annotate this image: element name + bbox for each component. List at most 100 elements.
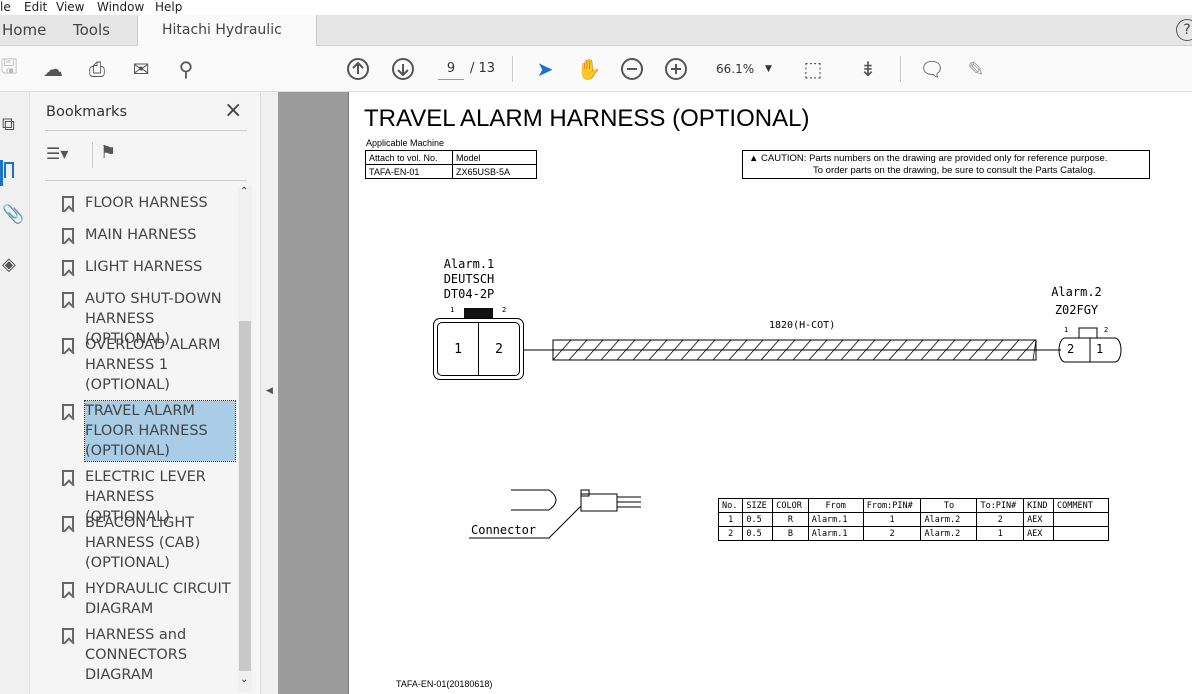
cell: 2: [976, 512, 1025, 527]
menu-edit[interactable]: Edit: [24, 0, 47, 15]
menu-view[interactable]: View: [56, 0, 84, 15]
header-cell: From: [807, 498, 864, 513]
previous-page-icon[interactable]: [345, 56, 371, 82]
scroll-down-icon[interactable]: ⌄: [240, 674, 248, 685]
cell: Alarm.1: [807, 512, 864, 527]
next-page-icon[interactable]: [390, 56, 416, 82]
page-fit-icon[interactable]: ⬚: [800, 56, 826, 82]
bookmark-panel-icon[interactable]: [4, 162, 14, 178]
table-row: 2 0.5 B Alarm.1 2 Alarm.2 1 AEX: [717, 526, 1109, 541]
scroll-up-icon[interactable]: ⌃: [240, 186, 248, 197]
page-footer: TAFA-EN-01(20180618): [396, 679, 493, 689]
cell: [1053, 512, 1109, 527]
page-total: / 13: [470, 61, 496, 76]
document-background: [278, 92, 348, 694]
cell: 2: [717, 526, 744, 541]
tab-bar: Home Tools Hitachi Hydraulic Ex...× ?: [0, 15, 1192, 71]
connector-legend-label: Connector: [471, 523, 537, 537]
menu-help[interactable]: Help: [155, 0, 182, 15]
bookmark-icon: [62, 338, 74, 354]
toolbar: 🖫 ☁ ⎙ ✉ ⚲ 9 / 13 ➤ ✋ 66.1% ▼ ⬚ ⇟ 🗨 ✎: [0, 46, 1192, 92]
cell: 1: [976, 526, 1025, 541]
zoom-value: 66.1%: [716, 62, 755, 76]
help-icon[interactable]: ?: [1176, 19, 1192, 41]
table-header-row: No. SIZE COLOR From From:PIN# To To:PIN# KIND CO…: [717, 498, 1109, 513]
header-cell: From:PIN#: [862, 498, 922, 513]
header-cell: To:PIN#: [976, 498, 1025, 513]
bookmark-icon: [62, 260, 74, 276]
scroll-thumb[interactable]: [239, 321, 251, 671]
cell: 1: [717, 512, 744, 527]
cell: AEX: [1023, 512, 1054, 527]
header-cell: To: [920, 498, 978, 513]
upload-cloud-icon[interactable]: ☁: [40, 56, 66, 82]
tab-document[interactable]: Hitachi Hydraulic Ex...×: [137, 15, 317, 71]
tab-tools[interactable]: Tools: [73, 15, 110, 46]
close-panel-icon[interactable]: ×: [224, 98, 242, 123]
pin-label: 2: [1104, 326, 1109, 334]
pages-thumbnail-icon[interactable]: ⧉: [2, 114, 15, 135]
header-cell: COMMENT: [1053, 498, 1109, 513]
cell: B: [772, 526, 809, 541]
wire-label: 1820(H-COT): [769, 320, 836, 331]
wire-table: No. SIZE COLOR From From:PIN# To To:PIN# KIND CO…: [717, 498, 1109, 541]
cell: 2: [862, 526, 922, 541]
navigation-strip: ⧉ 📎 ◈: [0, 92, 30, 694]
comment-icon[interactable]: 🗨: [919, 56, 945, 82]
email-icon[interactable]: ✉: [128, 56, 154, 82]
cell: 1: [862, 512, 922, 527]
bookmark-icon: [62, 470, 74, 486]
bookmark-icon: [62, 196, 74, 212]
bookmarks-scrollbar[interactable]: ⌃ ⌄: [238, 186, 252, 692]
bookmark-icon: [62, 292, 74, 308]
separator: [92, 142, 93, 168]
active-indicator: [0, 160, 3, 186]
zoom-out-icon[interactable]: [619, 56, 645, 82]
divider: [45, 180, 247, 181]
menu-bar: le Edit View Window Help: [0, 0, 1192, 15]
text: Alarm.2: [1051, 285, 1102, 299]
collapse-arrow-icon[interactable]: ◀: [266, 386, 273, 396]
separator: [512, 56, 513, 82]
pin-label: 1: [1064, 326, 1069, 334]
bookmark-icon: [62, 516, 74, 532]
table-row: 1 0.5 R Alarm.1 1 Alarm.2 2 AEX: [717, 512, 1109, 527]
collapse-panel-handle[interactable]: ◀: [260, 92, 278, 694]
hand-tool-icon[interactable]: ✋: [576, 56, 602, 82]
header-cell: COLOR: [772, 498, 809, 513]
print-icon[interactable]: ⎙: [84, 56, 110, 82]
connector-2-label: Alarm.2 Z02FGY: [1044, 283, 1109, 319]
harness-drawing: [469, 327, 1122, 539]
menu-window[interactable]: Window: [97, 0, 144, 15]
pin: 2: [1067, 342, 1075, 356]
cell: Alarm.2: [920, 526, 978, 541]
scroll-mode-icon[interactable]: ⇟: [855, 56, 881, 82]
tab-home[interactable]: Home: [2, 15, 46, 46]
save-icon[interactable]: 🖫: [0, 54, 22, 82]
bookmark-icon: [62, 228, 74, 244]
layers-icon[interactable]: ◈: [2, 254, 16, 275]
pdf-page: TRAVEL ALARM HARNESS (OPTIONAL) Applicab…: [348, 92, 1192, 694]
bookmark-icon: [62, 628, 74, 644]
zoom-in-icon[interactable]: [663, 56, 689, 82]
new-bookmark-icon[interactable]: ⚑: [100, 142, 116, 163]
highlight-pen-icon[interactable]: ✎: [963, 56, 989, 82]
cell: AEX: [1023, 526, 1054, 541]
header-cell: KIND: [1023, 498, 1054, 513]
attachment-icon[interactable]: 📎: [2, 204, 24, 225]
options-menu-icon[interactable]: ☰▾: [46, 144, 68, 163]
menu-file[interactable]: le: [0, 0, 11, 15]
search-icon[interactable]: ⚲: [173, 56, 199, 82]
chevron-down-icon: ▼: [765, 64, 772, 74]
cell: R: [772, 512, 809, 527]
page-number-input[interactable]: 9: [438, 58, 464, 80]
header-cell: SIZE: [742, 498, 774, 513]
cell: Alarm.2: [920, 512, 978, 527]
zoom-select[interactable]: 66.1% ▼: [708, 58, 778, 80]
text: Z02FGY: [1054, 303, 1099, 317]
select-cursor-icon[interactable]: ➤: [532, 56, 558, 82]
bookmark-list: FLOOR HARNESS MAIN HARNESS LIGHT HARNESS…: [30, 186, 236, 692]
cell: 0.5: [742, 526, 774, 541]
bookmark-icon: [62, 404, 74, 420]
cell: 0.5: [742, 512, 774, 527]
